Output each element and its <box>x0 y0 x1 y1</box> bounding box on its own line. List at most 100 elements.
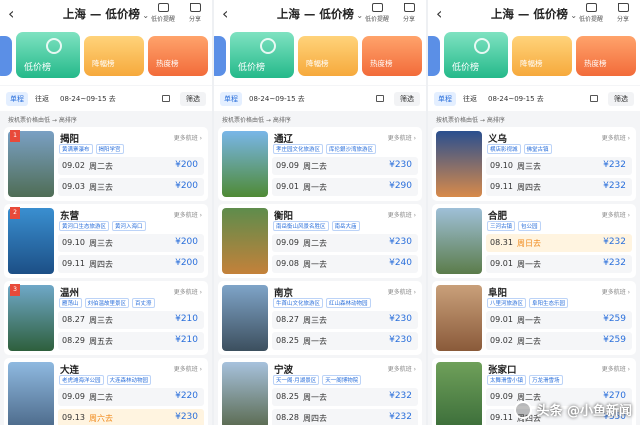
price-alert-button[interactable]: 低价提醒 <box>578 3 604 23</box>
more-flights-link[interactable]: 更多航班 › <box>174 210 202 219</box>
attraction-tag[interactable]: 三河古镇 <box>487 221 516 231</box>
list-item[interactable]: 合肥 更多航班 › 三河古镇 包公园 08.31 周日去 ¥232 09.01 周一去 ¥232 <box>432 204 636 278</box>
card-edge[interactable] <box>214 36 226 76</box>
price-alert-button[interactable]: 低价提醒 <box>364 3 390 23</box>
calendar-icon[interactable] <box>376 95 384 102</box>
more-flights-link[interactable]: 更多航班 › <box>388 133 416 142</box>
flight-row[interactable]: 08.31 周日去 ¥232 <box>486 234 632 252</box>
attraction-tag[interactable]: 万龙滑雪场 <box>529 375 563 385</box>
attraction-tag[interactable]: 南岳衡山风景名胜区 <box>273 221 329 231</box>
trip-type-chip[interactable]: 单程 <box>434 91 456 106</box>
card-price-drop[interactable]: 降幅榜 <box>84 36 144 76</box>
card-hot[interactable]: 热度榜 <box>576 36 636 76</box>
flight-row[interactable]: 09.09 周二去 ¥220 <box>58 388 204 406</box>
list-item[interactable]: 2 东营 更多航班 › 黄河口生态旅游区 黄河入海口 09.10 周三去 ¥200 09.11 周… <box>4 204 208 278</box>
flight-row[interactable]: 09.10 周三去 ¥200 <box>58 234 204 252</box>
list-item[interactable]: 通辽 更多航班 › 孝庄园文化旅游区 库伦銀沙湾旅游区 09.09 周二去 ¥230 09.0… <box>218 127 422 201</box>
attraction-tag[interactable]: 太舞滑雪小镇 <box>487 375 527 385</box>
flight-row[interactable]: 08.25 周一去 ¥232 <box>272 388 418 406</box>
flight-row[interactable]: 08.27 周三去 ¥230 <box>272 311 418 329</box>
list-item[interactable]: 1 揭阳 更多航班 › 黄满寨瀑布 揭阳学宫 09.02 周二去 ¥200 09.03 周三去 ¥2… <box>4 127 208 201</box>
more-flights-link[interactable]: 更多航班 › <box>174 133 202 142</box>
calendar-icon[interactable] <box>162 95 170 102</box>
card-edge[interactable] <box>0 36 12 76</box>
attraction-tag[interactable]: 刘伯温故里景区 <box>84 298 130 308</box>
flight-row[interactable]: 09.01 周一去 ¥290 <box>272 178 418 196</box>
list-item[interactable]: 阜阳 更多航班 › 八里河旅游区 阜阳生态乐园 09.01 周一去 ¥259 09.02 周二去… <box>432 281 636 355</box>
list-item[interactable]: 大连 更多航班 › 老虎滩海洋公园 大连森林动物园 09.09 周二去 ¥220 09.13 周… <box>4 358 208 425</box>
attraction-tag[interactable]: 阜阳生态乐园 <box>529 298 569 308</box>
more-flights-link[interactable]: 更多航班 › <box>602 287 630 296</box>
card-hot[interactable]: 热度榜 <box>362 36 422 76</box>
date-range[interactable]: 08-24~09-15 去 <box>249 94 305 104</box>
attraction-tag[interactable]: 百丈漈 <box>132 298 155 308</box>
share-button[interactable]: 分享 <box>610 3 636 23</box>
list-item[interactable]: 衡阳 更多航班 › 南岳衡山风景名胜区 南岳大庙 09.09 周二去 ¥230 09.08 周一… <box>218 204 422 278</box>
more-flights-link[interactable]: 更多航班 › <box>174 364 202 373</box>
flight-row[interactable]: 09.01 周一去 ¥259 <box>486 311 632 329</box>
attraction-tag[interactable]: 老虎滩海洋公园 <box>59 375 104 385</box>
more-flights-link[interactable]: 更多航班 › <box>602 364 630 373</box>
more-flights-link[interactable]: 更多航班 › <box>388 210 416 219</box>
attraction-tag[interactable]: 黄满寨瀑布 <box>59 144 93 154</box>
card-price-drop[interactable]: 降幅榜 <box>298 36 358 76</box>
flight-row[interactable]: 08.27 周三去 ¥210 <box>58 311 204 329</box>
trip-type-chip[interactable]: 单程 <box>6 91 28 106</box>
flight-row[interactable]: 08.29 周五去 ¥210 <box>58 332 204 350</box>
filter-button[interactable]: 筛选 <box>180 91 206 106</box>
list-item[interactable]: 宁波 更多航班 › 天一阁·月湖景区 天一阁博物院 08.25 周一去 ¥232 08.28 周… <box>218 358 422 425</box>
trip-type-chip[interactable]: 往返 <box>459 92 481 106</box>
attraction-tag[interactable]: 佛堂古镇 <box>523 144 552 154</box>
attraction-tag[interactable]: 黄河口生态旅游区 <box>59 221 110 231</box>
flight-row[interactable]: 09.11 周四去 ¥200 <box>58 255 204 273</box>
flight-row[interactable]: 09.02 周二去 ¥200 <box>58 157 204 175</box>
attraction-tag[interactable]: 南岳大庙 <box>331 221 360 231</box>
list-item[interactable]: 南京 更多航班 › 牛首山文化旅游区 红山森林动物园 08.27 周三去 ¥230 08.25… <box>218 281 422 355</box>
more-flights-link[interactable]: 更多航班 › <box>388 287 416 296</box>
flight-row[interactable]: 09.13 周六去 ¥230 <box>58 409 204 425</box>
flight-row[interactable]: 09.09 周二去 ¥230 <box>272 234 418 252</box>
flight-row[interactable]: 09.02 周二去 ¥259 <box>486 332 632 350</box>
attraction-tag[interactable]: 红山森林动物园 <box>326 298 371 308</box>
price-alert-button[interactable]: 低价提醒 <box>150 3 176 23</box>
list-item[interactable]: 3 温州 更多航班 › 雁荡山 刘伯温故里景区 百丈漈 08.27 周三去 ¥210 08.29 周… <box>4 281 208 355</box>
trip-type-chip[interactable]: 单程 <box>220 91 242 106</box>
card-edge[interactable] <box>428 36 440 76</box>
flight-row[interactable]: 08.25 周一去 ¥230 <box>272 332 418 350</box>
attraction-tag[interactable]: 横店影视城 <box>487 144 521 154</box>
card-low-price[interactable]: 低价榜 <box>16 32 80 78</box>
flight-row[interactable]: 09.10 周三去 ¥232 <box>486 157 632 175</box>
more-flights-link[interactable]: 更多航班 › <box>602 133 630 142</box>
attraction-tag[interactable]: 黄河入海口 <box>112 221 146 231</box>
flight-row[interactable]: 09.01 周一去 ¥232 <box>486 255 632 273</box>
attraction-tag[interactable]: 揭阳学宫 <box>95 144 124 154</box>
date-range[interactable]: 08-24~09-15 去 <box>488 94 544 104</box>
card-low-price[interactable]: 低价榜 <box>230 32 294 78</box>
more-flights-link[interactable]: 更多航班 › <box>388 364 416 373</box>
attraction-tag[interactable]: 天一阁·月湖景区 <box>273 375 320 385</box>
attraction-tag[interactable]: 雁荡山 <box>59 298 82 308</box>
flight-row[interactable]: 09.11 周四去 ¥232 <box>486 178 632 196</box>
flight-row[interactable]: 08.28 周四去 ¥232 <box>272 409 418 425</box>
more-flights-link[interactable]: 更多航班 › <box>174 287 202 296</box>
date-range[interactable]: 08-24~09-15 去 <box>60 94 116 104</box>
attraction-tag[interactable]: 库伦銀沙湾旅游区 <box>326 144 377 154</box>
card-price-drop[interactable]: 降幅榜 <box>512 36 572 76</box>
attraction-tag[interactable]: 包公园 <box>518 221 541 231</box>
filter-button[interactable]: 筛选 <box>394 91 420 106</box>
more-flights-link[interactable]: 更多航班 › <box>602 210 630 219</box>
attraction-tag[interactable]: 孝庄园文化旅游区 <box>273 144 324 154</box>
attraction-tag[interactable]: 牛首山文化旅游区 <box>273 298 324 308</box>
flight-row[interactable]: 09.03 周三去 ¥200 <box>58 178 204 196</box>
trip-type-chip[interactable]: 往返 <box>31 92 53 106</box>
share-button[interactable]: 分享 <box>396 3 422 23</box>
filter-button[interactable]: 筛选 <box>608 91 634 106</box>
flight-row[interactable]: 09.08 周一去 ¥240 <box>272 255 418 273</box>
card-low-price[interactable]: 低价榜 <box>444 32 508 78</box>
attraction-tag[interactable]: 八里河旅游区 <box>487 298 527 308</box>
attraction-tag[interactable]: 天一阁博物院 <box>322 375 362 385</box>
calendar-icon[interactable] <box>590 95 598 102</box>
share-button[interactable]: 分享 <box>182 3 208 23</box>
attraction-tag[interactable]: 大连森林动物园 <box>106 375 152 385</box>
list-item[interactable]: 义乌 更多航班 › 横店影视城 佛堂古镇 09.10 周三去 ¥232 09.11 周四去 ¥23… <box>432 127 636 201</box>
